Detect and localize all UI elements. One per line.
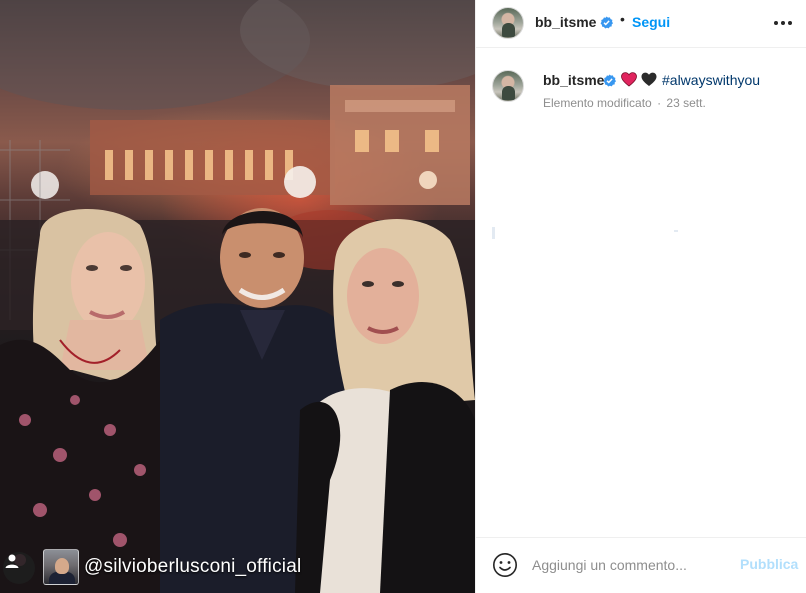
follow-button[interactable]: Segui [632, 14, 670, 30]
publish-button[interactable]: Pubblica [740, 556, 798, 572]
emoji-icon[interactable] [492, 552, 518, 578]
photo-scene [0, 0, 475, 593]
black-heart-icon [641, 72, 657, 86]
separator-dot: • [620, 11, 625, 27]
post-details-panel: bb_itsme • Segui bb_itsme #alwayswithyou… [475, 0, 806, 593]
header-username[interactable]: bb_itsme [535, 14, 596, 30]
edited-label: Elemento modificato [543, 96, 652, 110]
caption-verified-badge-icon [603, 74, 616, 87]
comment-input[interactable] [532, 554, 722, 576]
meta-separator: · [657, 96, 662, 110]
user-tag-icon[interactable] [3, 552, 35, 584]
avatar[interactable] [492, 7, 524, 39]
post-meta: Elemento modificato · 23 sett. [543, 96, 706, 110]
loading-placeholder [492, 227, 495, 239]
loading-placeholder [674, 230, 678, 232]
comment-bar: Pubblica [476, 537, 806, 593]
more-horizontal-icon[interactable] [772, 13, 794, 33]
tagged-account-label[interactable]: @silvioberlusconi_official [84, 556, 301, 578]
post-date[interactable]: 23 sett. [666, 96, 705, 110]
tagged-account-thumbnail[interactable] [43, 549, 79, 585]
red-heart-icon [621, 72, 637, 87]
caption-avatar[interactable] [492, 70, 524, 102]
caption-username[interactable]: bb_itsme [543, 72, 604, 88]
caption-hashtag[interactable]: #alwayswithyou [662, 72, 760, 88]
post-header: bb_itsme • Segui [476, 0, 806, 48]
post-photo[interactable]: @silvioberlusconi_official [0, 0, 475, 593]
verified-badge-icon [600, 16, 613, 29]
